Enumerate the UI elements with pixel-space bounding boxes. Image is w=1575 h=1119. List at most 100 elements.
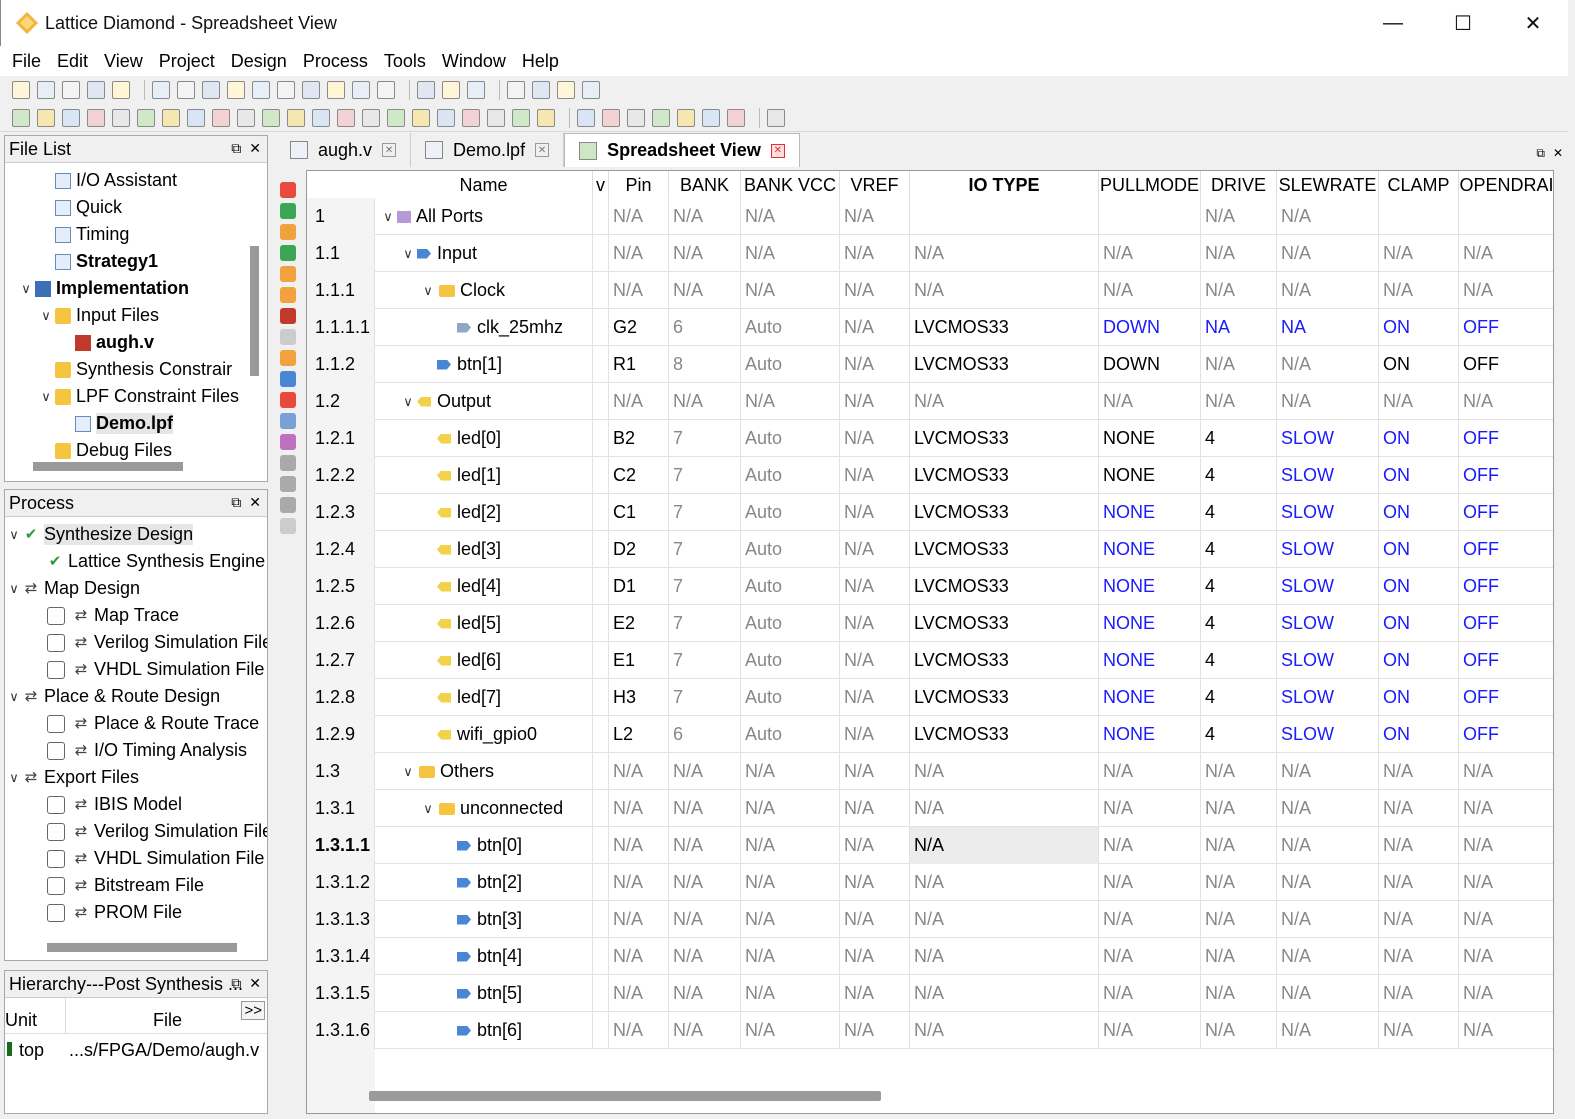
pin-cell[interactable]: E1 [609, 642, 669, 679]
process-item[interactable]: ⇄ VHDL Simulation File [5, 656, 267, 683]
tb1-tool-19-icon[interactable] [507, 81, 525, 99]
drive-cell[interactable]: N/A [1201, 864, 1277, 901]
vcc-cell[interactable]: Auto [741, 605, 840, 642]
table-row[interactable]: 1.2.2 led[1] C2 7 Auto N/A LVCMOS33 NONE 4 SLOW ON… [307, 457, 1553, 494]
vcc-cell[interactable]: Auto [741, 457, 840, 494]
io-cell[interactable]: LVCMOS33 [910, 716, 1099, 753]
vref-cell[interactable]: N/A [840, 864, 910, 901]
float-icon[interactable]: ⧉ [231, 140, 241, 157]
file-list-item[interactable]: I/O Assistant [5, 167, 267, 194]
name-cell[interactable]: led[0] [375, 420, 593, 457]
pull-cell[interactable]: N/A [1099, 938, 1201, 975]
process-checkbox[interactable] [47, 876, 65, 895]
tb1-tool-13-icon[interactable] [327, 81, 345, 99]
pull-cell[interactable]: NONE [1099, 420, 1201, 457]
vref-cell[interactable]: N/A [840, 568, 910, 605]
bank-cell[interactable]: 7 [669, 420, 741, 457]
vref-cell[interactable]: N/A [840, 272, 910, 309]
vref-cell[interactable]: N/A [840, 679, 910, 716]
side-tool-4-icon[interactable] [280, 245, 296, 261]
pin-cell[interactable]: N/A [609, 790, 669, 827]
vcc-cell[interactable]: Auto [741, 309, 840, 346]
vcc-cell[interactable]: N/A [741, 272, 840, 309]
name-cell[interactable]: wifi_gpio0 [375, 716, 593, 753]
pull-cell[interactable]: DOWN [1099, 346, 1201, 383]
process-item[interactable]: ⇄ VHDL Simulation File [5, 845, 267, 872]
column-header-io-type[interactable]: IO TYPE [910, 171, 1099, 198]
vref-cell[interactable]: N/A [840, 531, 910, 568]
bank-cell[interactable]: 6 [669, 309, 741, 346]
pull-cell[interactable] [1099, 198, 1201, 235]
bank-cell[interactable]: 7 [669, 605, 741, 642]
table-row[interactable]: 1.2.3 led[2] C1 7 Auto N/A LVCMOS33 NONE 4 SLOW ON… [307, 494, 1553, 531]
tb2-tool-14-icon[interactable] [337, 108, 355, 127]
table-row[interactable]: 1.3.1 ∨ unconnected N/A N/A N/A N/A N/A N/A N/A N/… [307, 790, 1553, 827]
menu-file[interactable]: File [12, 51, 41, 72]
vref-cell[interactable]: N/A [840, 494, 910, 531]
tb2-tool-18-icon[interactable] [437, 108, 455, 127]
slew-cell[interactable]: N/A [1277, 975, 1379, 1012]
io-cell[interactable]: N/A [910, 864, 1099, 901]
column-header-bank-vcc[interactable]: BANK VCC [741, 171, 840, 198]
pull-cell[interactable]: NONE [1099, 494, 1201, 531]
pull-cell[interactable]: NONE [1099, 457, 1201, 494]
tb2-tool-26-icon[interactable] [652, 108, 670, 127]
io-cell[interactable]: N/A [910, 790, 1099, 827]
slew-cell[interactable]: SLOW [1277, 494, 1379, 531]
side-tool-8-icon[interactable] [280, 329, 296, 345]
name-cell[interactable]: ∨ Output [375, 383, 593, 420]
table-row[interactable]: 1.3.1.2 btn[2] N/A N/A N/A N/A N/A N/A N/A N/A N/A… [307, 864, 1553, 901]
bank-cell[interactable]: N/A [669, 272, 741, 309]
slew-cell[interactable]: N/A [1277, 198, 1379, 235]
side-tool-6-icon[interactable] [280, 287, 296, 303]
process-item[interactable]: ⇄ PROM File [5, 899, 267, 926]
pin-cell[interactable]: L2 [609, 716, 669, 753]
vref-cell[interactable]: N/A [840, 716, 910, 753]
tb2-tool-13-icon[interactable] [312, 108, 330, 127]
vref-cell[interactable]: N/A [840, 975, 910, 1012]
slew-cell[interactable]: SLOW [1277, 605, 1379, 642]
table-row[interactable]: 1.3.1.1 btn[0] N/A N/A N/A N/A N/A N/A N/A N/A N/A… [307, 827, 1553, 864]
tb1-tool-15-icon[interactable] [377, 81, 395, 99]
drive-cell[interactable]: 4 [1201, 605, 1277, 642]
tb2-tool-21-icon[interactable] [512, 108, 530, 127]
od-cell[interactable]: OFF [1459, 531, 1553, 568]
chevron-down-icon[interactable]: ∨ [5, 527, 23, 543]
clamp-cell[interactable]: ON [1379, 346, 1459, 383]
file-list-item[interactable]: Synthesis Constrair [5, 356, 267, 383]
slew-cell[interactable]: N/A [1277, 383, 1379, 420]
slew-cell[interactable]: SLOW [1277, 568, 1379, 605]
tb2-tool-6-icon[interactable] [137, 108, 155, 127]
tb2-tool-1-icon[interactable] [12, 108, 30, 127]
clamp-cell[interactable]: N/A [1379, 383, 1459, 420]
clamp-cell[interactable]: N/A [1379, 753, 1459, 790]
float-icon[interactable]: ⧉ [1536, 146, 1545, 161]
clamp-cell[interactable]: ON [1379, 642, 1459, 679]
drive-cell[interactable]: N/A [1201, 790, 1277, 827]
chevron-down-icon[interactable]: ∨ [37, 308, 55, 324]
od-cell[interactable]: N/A [1459, 383, 1553, 420]
io-cell[interactable] [910, 198, 1099, 235]
pull-cell[interactable]: N/A [1099, 790, 1201, 827]
drive-cell[interactable]: N/A [1201, 235, 1277, 272]
slew-cell[interactable]: N/A [1277, 790, 1379, 827]
name-cell[interactable]: btn[5] [375, 975, 593, 1012]
slew-cell[interactable]: SLOW [1277, 679, 1379, 716]
chevron-down-icon[interactable]: ∨ [419, 283, 437, 299]
more-columns-button[interactable]: >> [241, 1001, 265, 1020]
side-tool-3-icon[interactable] [280, 224, 296, 240]
column-header-drive[interactable]: DRIVE [1201, 171, 1277, 198]
hierarchy-row[interactable]: top ...s/FPGA/Demo/augh.v [5, 1034, 267, 1064]
clamp-cell[interactable]: ON [1379, 494, 1459, 531]
drive-cell[interactable]: NA [1201, 309, 1277, 346]
bank-cell[interactable]: 6 [669, 716, 741, 753]
drive-cell[interactable]: N/A [1201, 383, 1277, 420]
pull-cell[interactable]: NONE [1099, 679, 1201, 716]
side-tool-2-icon[interactable] [280, 203, 296, 219]
chevron-down-icon[interactable]: ∨ [379, 209, 397, 225]
file-column-header[interactable]: File [153, 1010, 182, 1031]
drive-cell[interactable]: N/A [1201, 753, 1277, 790]
column-header-pin[interactable]: Pin [609, 171, 669, 198]
clamp-cell[interactable]: ON [1379, 531, 1459, 568]
drive-cell[interactable]: N/A [1201, 1012, 1277, 1049]
